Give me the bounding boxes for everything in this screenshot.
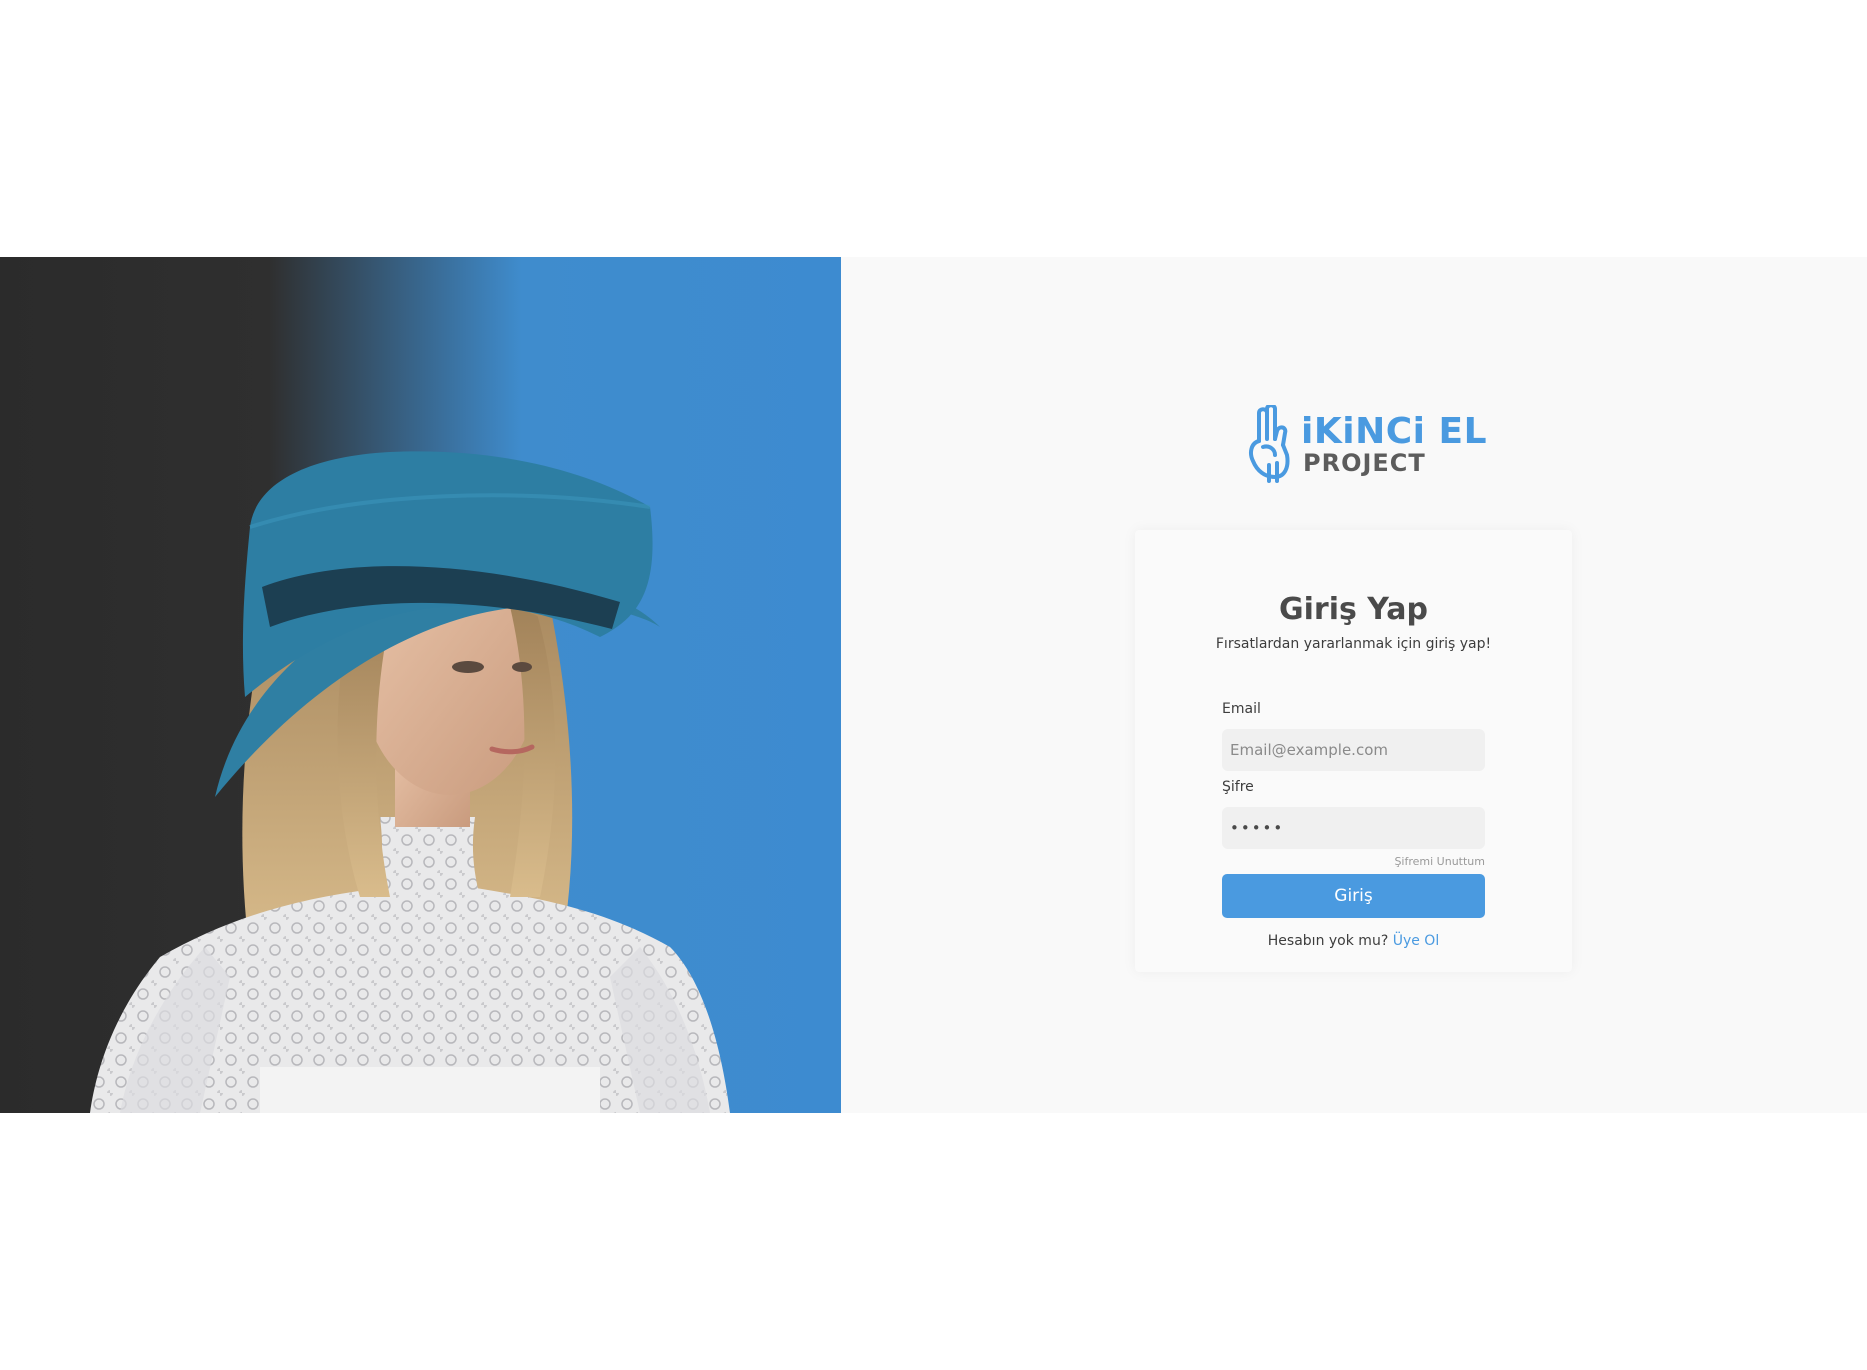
register-link[interactable]: Üye Ol: [1393, 933, 1440, 949]
login-card: Giriş Yap Fırsatlardan yararlanmak için …: [1135, 530, 1572, 972]
login-page: iKiNCi EL PROJECT Giriş Yap Fırsatlardan…: [0, 257, 1867, 1113]
peace-hand-icon: [1249, 405, 1290, 483]
brand-name: iKiNCi EL: [1301, 411, 1488, 452]
login-panel: iKiNCi EL PROJECT Giriş Yap Fırsatlardan…: [841, 257, 1867, 1113]
login-button[interactable]: Giriş: [1222, 874, 1485, 918]
woman-in-blue-hat-image: [90, 451, 730, 1113]
brand-logo: iKiNCi EL PROJECT: [1245, 405, 1487, 483]
hero-photo: [0, 257, 841, 1113]
password-label: Şifre: [1222, 779, 1254, 795]
forgot-password-link[interactable]: Şifremi Unuttum: [1394, 855, 1485, 868]
email-field[interactable]: [1222, 729, 1485, 771]
register-prompt: Hesabın yok mu?: [1267, 933, 1389, 949]
email-label: Email: [1222, 701, 1261, 717]
register-prompt-line: Hesabın yok mu? Üye Ol: [1135, 933, 1572, 949]
password-field[interactable]: [1222, 807, 1485, 849]
brand-subtitle: PROJECT: [1303, 449, 1426, 477]
page-subtitle: Fırsatlardan yararlanmak için giriş yap!: [1215, 636, 1492, 652]
page-title: Giriş Yap: [1279, 592, 1428, 627]
